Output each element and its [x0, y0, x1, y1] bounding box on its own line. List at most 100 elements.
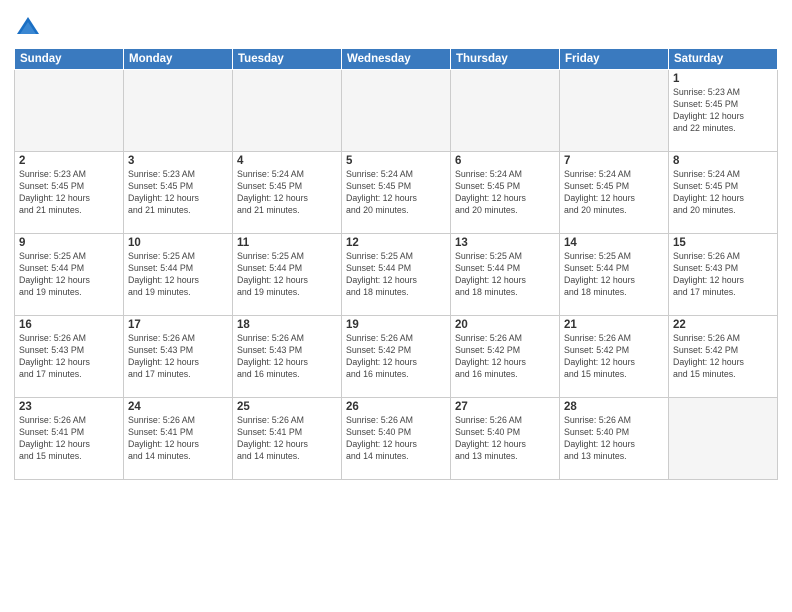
calendar-cell: 20Sunrise: 5:26 AM Sunset: 5:42 PM Dayli… [451, 316, 560, 398]
day-info: Sunrise: 5:26 AM Sunset: 5:42 PM Dayligh… [346, 333, 446, 381]
calendar-cell: 6 Sunrise: 5:24 AM Sunset: 5:45 PM Daylig… [451, 152, 560, 234]
day-number: 22 [673, 319, 773, 331]
day-number: 23 [19, 401, 119, 413]
calendar-header-monday: Monday [124, 49, 233, 70]
day-number: 9 [19, 237, 119, 249]
page: SundayMondayTuesdayWednesdayThursdayFrid… [0, 0, 792, 612]
day-number: 26 [346, 401, 446, 413]
day-info: Sunrise: 5:24 AM Sunset: 5:45 PM Dayligh… [346, 169, 446, 217]
day-info: Sunrise: 5:26 AM Sunset: 5:43 PM Dayligh… [128, 333, 228, 381]
calendar-cell [560, 70, 669, 152]
calendar-header-row: SundayMondayTuesdayWednesdayThursdayFrid… [15, 49, 778, 70]
day-number: 27 [455, 401, 555, 413]
day-number: 2 [19, 155, 119, 167]
calendar-cell: 24 Sunrise: 5:26 AM Sunset: 5:41 PM Dayli… [124, 398, 233, 480]
day-info: Sunrise: 5:23 AM Sunset: 5:45 PM Dayligh… [673, 87, 773, 135]
day-number: 19 [346, 319, 446, 331]
calendar-cell [15, 70, 124, 152]
calendar-cell: 3Sunrise: 5:23 AM Sunset: 5:45 PM Daylig… [124, 152, 233, 234]
day-info: Sunrise: 5:26 AM Sunset: 5:40 PM Dayligh… [564, 415, 664, 463]
calendar-cell: 16 Sunrise: 5:26 AM Sunset: 5:43 PM Dayli… [15, 316, 124, 398]
day-info: Sunrise: 5:25 AM Sunset: 5:44 PM Dayligh… [346, 251, 446, 299]
day-info: Sunrise: 5:25 AM Sunset: 5:44 PM Dayligh… [455, 251, 555, 299]
day-info: Sunrise: 5:26 AM Sunset: 5:40 PM Dayligh… [455, 415, 555, 463]
calendar-cell: 12 Sunrise: 5:25 AM Sunset: 5:44 PM Dayli… [342, 234, 451, 316]
day-number: 5 [346, 155, 446, 167]
day-number: 28 [564, 401, 664, 413]
calendar-cell: 26 Sunrise: 5:26 AM Sunset: 5:40 PM Dayli… [342, 398, 451, 480]
day-number: 17 [128, 319, 228, 331]
day-number: 12 [346, 237, 446, 249]
calendar-cell: 14 Sunrise: 5:25 AM Sunset: 5:44 PM Dayli… [560, 234, 669, 316]
calendar-cell: 17 Sunrise: 5:26 AM Sunset: 5:43 PM Dayli… [124, 316, 233, 398]
day-info: Sunrise: 5:26 AM Sunset: 5:43 PM Dayligh… [673, 251, 773, 299]
day-number: 1 [673, 73, 773, 85]
day-number: 7 [564, 155, 664, 167]
calendar-cell: 15 Sunrise: 5:26 AM Sunset: 5:43 PM Dayli… [669, 234, 778, 316]
calendar-cell [451, 70, 560, 152]
calendar-cell: 5 Sunrise: 5:24 AM Sunset: 5:45 PM Daylig… [342, 152, 451, 234]
calendar-cell: 13 Sunrise: 5:25 AM Sunset: 5:44 PM Dayli… [451, 234, 560, 316]
day-info: Sunrise: 5:26 AM Sunset: 5:42 PM Dayligh… [455, 333, 555, 381]
day-info: Sunrise: 5:24 AM Sunset: 5:45 PM Dayligh… [673, 169, 773, 217]
day-info: Sunrise: 5:25 AM Sunset: 5:44 PM Dayligh… [237, 251, 337, 299]
calendar-cell: 7 Sunrise: 5:24 AM Sunset: 5:45 PM Daylig… [560, 152, 669, 234]
day-info: Sunrise: 5:26 AM Sunset: 5:41 PM Dayligh… [237, 415, 337, 463]
day-info: Sunrise: 5:25 AM Sunset: 5:44 PM Dayligh… [19, 251, 119, 299]
calendar-week-2: 9 Sunrise: 5:25 AM Sunset: 5:44 PM Daylig… [15, 234, 778, 316]
calendar-header-tuesday: Tuesday [233, 49, 342, 70]
calendar-cell: 22 Sunrise: 5:26 AM Sunset: 5:42 PM Dayli… [669, 316, 778, 398]
day-info: Sunrise: 5:24 AM Sunset: 5:45 PM Dayligh… [564, 169, 664, 217]
calendar-cell [124, 70, 233, 152]
day-number: 15 [673, 237, 773, 249]
calendar-cell: 18 Sunrise: 5:26 AM Sunset: 5:43 PM Dayli… [233, 316, 342, 398]
day-number: 4 [237, 155, 337, 167]
day-info: Sunrise: 5:26 AM Sunset: 5:42 PM Dayligh… [673, 333, 773, 381]
calendar-cell: 27 Sunrise: 5:26 AM Sunset: 5:40 PM Dayli… [451, 398, 560, 480]
day-info: Sunrise: 5:24 AM Sunset: 5:45 PM Dayligh… [455, 169, 555, 217]
calendar-cell: 11Sunrise: 5:25 AM Sunset: 5:44 PM Dayli… [233, 234, 342, 316]
day-number: 16 [19, 319, 119, 331]
calendar-cell [342, 70, 451, 152]
calendar-cell: 4 Sunrise: 5:24 AM Sunset: 5:45 PM Daylig… [233, 152, 342, 234]
logo-icon [14, 14, 42, 42]
day-info: Sunrise: 5:23 AM Sunset: 5:45 PM Dayligh… [19, 169, 119, 217]
day-info: Sunrise: 5:26 AM Sunset: 5:40 PM Dayligh… [346, 415, 446, 463]
calendar-header-sunday: Sunday [15, 49, 124, 70]
day-info: Sunrise: 5:25 AM Sunset: 5:44 PM Dayligh… [564, 251, 664, 299]
day-info: Sunrise: 5:25 AM Sunset: 5:44 PM Dayligh… [128, 251, 228, 299]
day-info: Sunrise: 5:26 AM Sunset: 5:42 PM Dayligh… [564, 333, 664, 381]
day-number: 25 [237, 401, 337, 413]
calendar-cell: 1 Sunrise: 5:23 AM Sunset: 5:45 PM Daylig… [669, 70, 778, 152]
calendar-header-thursday: Thursday [451, 49, 560, 70]
calendar-cell: 10 Sunrise: 5:25 AM Sunset: 5:44 PM Dayli… [124, 234, 233, 316]
day-number: 18 [237, 319, 337, 331]
calendar-table: SundayMondayTuesdayWednesdayThursdayFrid… [14, 48, 778, 480]
day-number: 3 [128, 155, 228, 167]
day-number: 24 [128, 401, 228, 413]
day-info: Sunrise: 5:26 AM Sunset: 5:43 PM Dayligh… [237, 333, 337, 381]
calendar-cell [669, 398, 778, 480]
calendar-week-4: 23 Sunrise: 5:26 AM Sunset: 5:41 PM Dayli… [15, 398, 778, 480]
day-info: Sunrise: 5:26 AM Sunset: 5:43 PM Dayligh… [19, 333, 119, 381]
header [14, 10, 778, 42]
day-number: 10 [128, 237, 228, 249]
day-number: 21 [564, 319, 664, 331]
calendar-header-saturday: Saturday [669, 49, 778, 70]
day-number: 6 [455, 155, 555, 167]
calendar-header-wednesday: Wednesday [342, 49, 451, 70]
day-number: 14 [564, 237, 664, 249]
calendar-cell: 2 Sunrise: 5:23 AM Sunset: 5:45 PM Daylig… [15, 152, 124, 234]
calendar-cell: 19 Sunrise: 5:26 AM Sunset: 5:42 PM Dayli… [342, 316, 451, 398]
calendar-week-3: 16 Sunrise: 5:26 AM Sunset: 5:43 PM Dayli… [15, 316, 778, 398]
calendar-cell: 25 Sunrise: 5:26 AM Sunset: 5:41 PM Dayli… [233, 398, 342, 480]
day-info: Sunrise: 5:26 AM Sunset: 5:41 PM Dayligh… [128, 415, 228, 463]
calendar-cell: 21 Sunrise: 5:26 AM Sunset: 5:42 PM Dayli… [560, 316, 669, 398]
calendar-cell: 28 Sunrise: 5:26 AM Sunset: 5:40 PM Dayli… [560, 398, 669, 480]
day-number: 13 [455, 237, 555, 249]
calendar-week-0: 1 Sunrise: 5:23 AM Sunset: 5:45 PM Daylig… [15, 70, 778, 152]
calendar-cell: 23Sunrise: 5:26 AM Sunset: 5:41 PM Dayli… [15, 398, 124, 480]
day-info: Sunrise: 5:24 AM Sunset: 5:45 PM Dayligh… [237, 169, 337, 217]
calendar-cell [233, 70, 342, 152]
calendar-header-friday: Friday [560, 49, 669, 70]
